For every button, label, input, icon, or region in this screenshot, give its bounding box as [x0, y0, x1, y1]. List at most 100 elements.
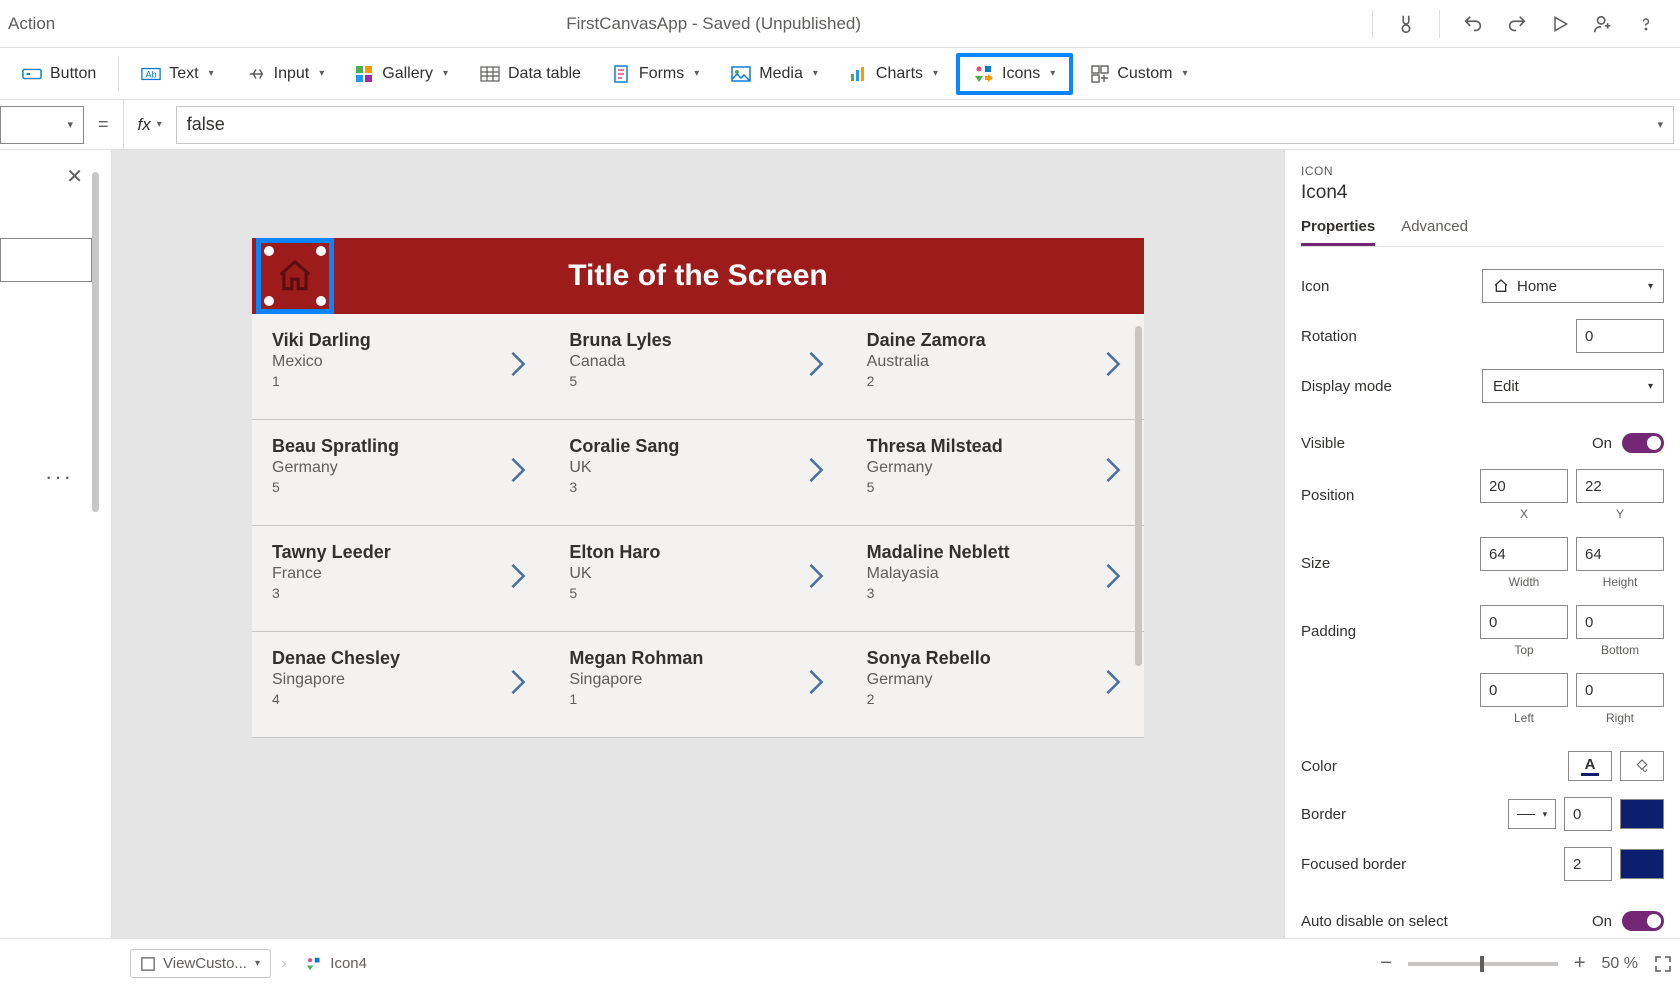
item-location: Malayasia — [867, 565, 1124, 583]
svg-text:Ab: Ab — [146, 69, 157, 79]
gallery-item[interactable]: Tawny Leeder France 3 — [252, 526, 549, 632]
item-name: Viki Darling — [272, 330, 529, 351]
item-number: 5 — [272, 479, 529, 495]
item-number: 2 — [867, 691, 1124, 707]
prop-width-input[interactable]: 64 — [1480, 537, 1568, 571]
chevron-right-icon[interactable] — [807, 668, 825, 696]
prop-visible-toggle[interactable] — [1622, 433, 1664, 453]
tree-search-input[interactable] — [0, 238, 92, 282]
undo-icon[interactable] — [1462, 13, 1484, 35]
chevron-right-icon[interactable] — [509, 456, 527, 484]
app-checker-icon[interactable] — [1395, 13, 1417, 35]
item-number: 1 — [272, 373, 529, 389]
zoom-slider[interactable] — [1408, 962, 1558, 966]
tab-properties[interactable]: Properties — [1301, 218, 1375, 246]
tab-advanced[interactable]: Advanced — [1401, 218, 1468, 246]
gallery-item[interactable]: Viki Darling Mexico 1 — [252, 314, 549, 420]
item-location: Germany — [867, 671, 1124, 689]
chevron-right-icon[interactable] — [1104, 562, 1122, 590]
charts-icon — [850, 66, 868, 82]
chevron-right-icon[interactable] — [509, 668, 527, 696]
gallery-item[interactable]: Daine Zamora Australia 2 — [847, 314, 1144, 420]
prop-padleft-input[interactable]: 0 — [1480, 673, 1568, 707]
media-control[interactable]: Media▾ — [717, 57, 832, 91]
help-icon[interactable] — [1636, 14, 1656, 34]
prop-autodisable-toggle[interactable] — [1622, 911, 1664, 931]
prop-height-input[interactable]: 64 — [1576, 537, 1664, 571]
prop-rotation-input[interactable]: 0 — [1576, 319, 1664, 353]
close-icon[interactable]: ✕ — [66, 164, 83, 189]
prop-fillcolor-swatch[interactable] — [1620, 751, 1664, 781]
gallery-item[interactable]: Bruna Lyles Canada 5 — [549, 314, 846, 420]
gallery-control[interactable]: Gallery▾ — [342, 57, 462, 91]
forms-icon — [613, 65, 631, 83]
prop-bordercolor-swatch[interactable] — [1620, 799, 1664, 829]
chevron-right-icon[interactable] — [1104, 350, 1122, 378]
datatable-control[interactable]: Data table — [466, 57, 595, 91]
selected-icon-home[interactable] — [256, 238, 334, 314]
item-name: Thresa Milstead — [867, 436, 1124, 457]
text-control[interactable]: Ab Text▾ — [127, 57, 227, 91]
formula-input[interactable]: false ▾ — [176, 106, 1674, 144]
prop-focusedborder-label: Focused border — [1301, 856, 1406, 873]
canvas-area: Title of the Screen Viki Darling Mexico … — [112, 150, 1284, 938]
prop-borderwidth-input[interactable]: 0 — [1564, 797, 1612, 831]
more-icon[interactable]: ··· — [45, 464, 73, 490]
formula-bar: ▾ = fx▾ false ▾ — [0, 100, 1680, 150]
charts-control[interactable]: Charts▾ — [836, 57, 952, 91]
property-dropdown[interactable]: ▾ — [0, 106, 84, 144]
screen-header: Title of the Screen — [252, 238, 1144, 314]
chevron-right-icon[interactable] — [1104, 456, 1122, 484]
gallery-item[interactable]: Sonya Rebello Germany 2 — [847, 632, 1144, 738]
prop-visible-label: Visible — [1301, 435, 1345, 452]
prop-displaymode-dropdown[interactable]: Edit▾ — [1482, 369, 1664, 403]
equals-label: = — [84, 114, 123, 135]
prop-y-input[interactable]: 22 — [1576, 469, 1664, 503]
prop-icon-label: Icon — [1301, 278, 1329, 295]
item-number: 5 — [569, 585, 826, 601]
gallery-item[interactable]: Thresa Milstead Germany 5 — [847, 420, 1144, 526]
fit-to-screen-icon[interactable] — [1654, 955, 1672, 973]
gallery-item[interactable]: Megan Rohman Singapore 1 — [549, 632, 846, 738]
prop-fontcolor-swatch[interactable]: A — [1568, 751, 1612, 781]
chevron-right-icon[interactable] — [807, 456, 825, 484]
breadcrumb-screen[interactable]: ViewCusto...▾ — [130, 949, 271, 978]
prop-padtop-input[interactable]: 0 — [1480, 605, 1568, 639]
prop-focusedbordercolor-swatch[interactable] — [1620, 849, 1664, 879]
chevron-right-icon[interactable] — [509, 562, 527, 590]
app-canvas[interactable]: Title of the Screen Viki Darling Mexico … — [252, 238, 1144, 738]
input-control[interactable]: Input▾ — [232, 57, 339, 91]
prop-borderstyle-dropdown[interactable]: ▾ — [1508, 799, 1556, 829]
chevron-right-icon[interactable] — [807, 562, 825, 590]
prop-padbottom-input[interactable]: 0 — [1576, 605, 1664, 639]
chevron-right-icon[interactable] — [509, 350, 527, 378]
prop-icon-dropdown[interactable]: Home ▾ — [1482, 269, 1664, 303]
gallery-item[interactable]: Beau Spratling Germany 5 — [252, 420, 549, 526]
prop-focusedborder-input[interactable]: 2 — [1564, 847, 1612, 881]
share-icon[interactable] — [1592, 13, 1614, 35]
play-icon[interactable] — [1550, 14, 1570, 34]
item-name: Madaline Neblett — [867, 542, 1124, 563]
redo-icon[interactable] — [1506, 13, 1528, 35]
custom-control[interactable]: Custom▾ — [1077, 57, 1201, 91]
gallery-item[interactable]: Denae Chesley Singapore 4 — [252, 632, 549, 738]
tree-scrollbar[interactable] — [92, 172, 99, 512]
datatable-icon — [480, 66, 500, 82]
chevron-right-icon[interactable] — [1104, 668, 1122, 696]
prop-padright-input[interactable]: 0 — [1576, 673, 1664, 707]
prop-x-input[interactable]: 20 — [1480, 469, 1568, 503]
forms-control[interactable]: Forms▾ — [599, 57, 713, 91]
menu-action[interactable]: Action — [0, 14, 55, 34]
gallery-item[interactable]: Elton Haro UK 5 — [549, 526, 846, 632]
zoom-in-button[interactable]: + — [1574, 952, 1586, 975]
breadcrumb-control[interactable]: Icon4 — [296, 950, 377, 977]
zoom-out-button[interactable]: − — [1380, 952, 1392, 975]
fx-button[interactable]: fx▾ — [123, 100, 176, 149]
item-location: Germany — [867, 459, 1124, 477]
gallery-item[interactable]: Madaline Neblett Malayasia 3 — [847, 526, 1144, 632]
gallery-item[interactable]: Coralie Sang UK 3 — [549, 420, 846, 526]
button-control[interactable]: Button — [8, 57, 110, 91]
item-location: Mexico — [272, 353, 529, 371]
icons-control[interactable]: Icons▾ — [956, 53, 1073, 95]
chevron-right-icon[interactable] — [807, 350, 825, 378]
